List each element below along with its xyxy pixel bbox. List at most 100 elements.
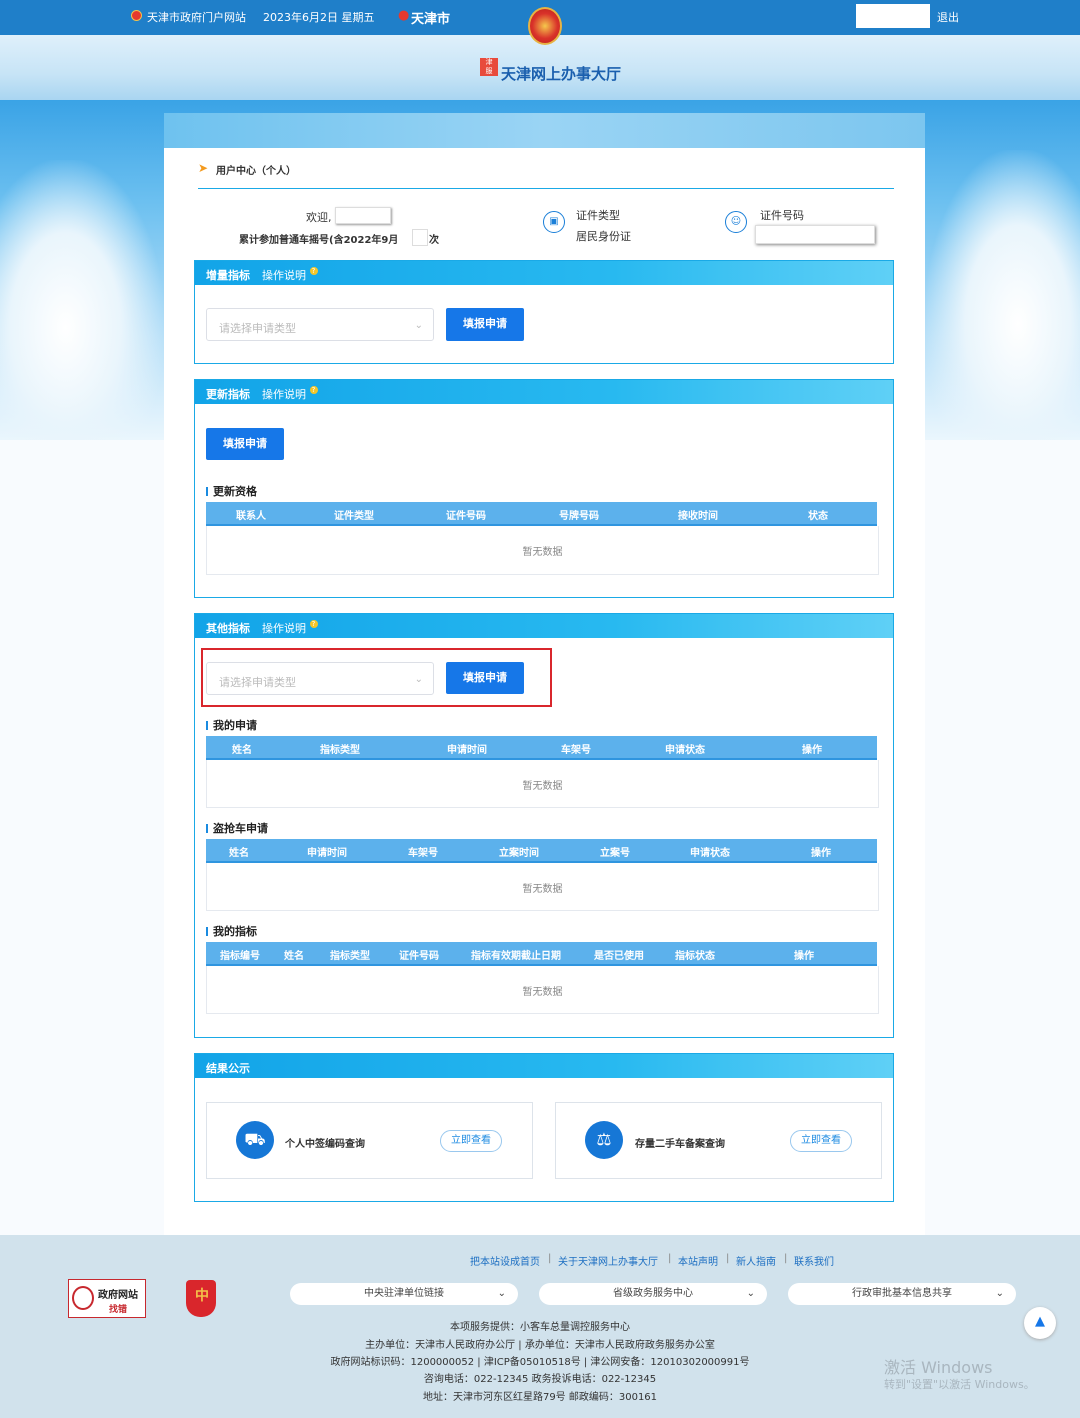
update-panel-header: 更新指标 操作说明 ? — [195, 380, 893, 404]
used-car-query-card[interactable]: ⚖ 存量二手车备案查询 立即查看 — [555, 1102, 882, 1179]
chevron-down-icon: ⌄ — [414, 320, 423, 331]
column-header: 申请状态 — [690, 848, 730, 859]
logout-link[interactable]: 退出 — [937, 9, 959, 25]
footer-provider: 本项服务提供：小客车总量调控服务中心 — [450, 1322, 630, 1333]
my-index-title: 我的指标 — [206, 923, 257, 939]
select-label: 行政审批基本信息共享 — [852, 1288, 952, 1299]
column-header: 号牌号码 — [559, 511, 599, 522]
update-help-link[interactable]: 操作说明 ? — [262, 386, 318, 402]
current-date: 2023年6月2日 星期五 — [263, 11, 375, 24]
windows-watermark-subtitle: 转到"设置"以激活 Windows。 — [884, 1378, 1035, 1391]
hall-logo-title: 天津网上办事大厅 — [501, 65, 622, 83]
lottery-count-value — [412, 229, 428, 246]
select-label: 省级政务服务中心 — [613, 1288, 693, 1299]
update-panel: 更新指标 操作说明 ? 填报申请 更新资格 联系人 证件类型 证件号码 号牌号码… — [194, 379, 894, 598]
update-qualification-title: 更新资格 — [206, 483, 257, 499]
column-header: 申请时间 — [307, 848, 347, 859]
windows-watermark-title: 激活 Windows — [884, 1358, 993, 1377]
id-card-icon: ▣ — [543, 211, 565, 233]
id-type-value: 居民身份证 — [576, 230, 631, 243]
chevron-down-icon: ⌄ — [995, 1288, 1004, 1299]
breadcrumb: 用户中心（个人） — [216, 166, 296, 177]
lottery-code-query-card[interactable]: ⛟ 个人中签编码查询 立即查看 — [206, 1102, 533, 1179]
content-banner-strip — [164, 113, 925, 148]
column-header: 姓名 — [229, 848, 249, 859]
view-now-button[interactable]: 立即查看 — [790, 1130, 852, 1152]
increment-select-placeholder: 请选择申请类型 — [219, 322, 296, 335]
badge-glyph: 中 — [195, 1288, 209, 1304]
column-header: 操作 — [811, 848, 831, 859]
update-table-header: 联系人 证件类型 证件号码 号牌号码 接收时间 状态 — [206, 502, 877, 526]
column-header: 立案号 — [600, 848, 630, 859]
column-header: 车架号 — [561, 745, 591, 756]
column-header: 证件类型 — [334, 511, 374, 522]
other-panel-header: 其他指标 操作说明 ? — [195, 614, 893, 638]
city-name[interactable]: 天津市 — [411, 8, 450, 27]
help-icon: ? — [309, 620, 318, 628]
footer-separator: | — [548, 1253, 552, 1264]
footer-separator: | — [784, 1253, 788, 1264]
my-index-table-header: 指标编号 姓名 指标类型 证件号码 指标有效期截止日期 是否已使用 指标状态 操… — [206, 942, 877, 966]
column-header: 姓名 — [284, 951, 304, 962]
update-help-text: 操作说明 — [262, 388, 306, 401]
column-header: 指标状态 — [675, 951, 715, 962]
gov-site-error-badge[interactable]: 政府网站 找错 — [68, 1279, 146, 1318]
id-number-label: 证件号码 — [760, 209, 804, 222]
update-submit-button[interactable]: 填报申请 — [206, 428, 284, 460]
increment-type-select[interactable]: 请选择申请类型 ⌄ — [206, 308, 434, 341]
footer-organizer: 主办单位：天津市人民政府办公厅 | 承办单位：天津市人民政府政务服务办公室 — [365, 1340, 715, 1351]
empty-state: 暂无数据 — [522, 987, 563, 998]
result-panel-header: 结果公示 — [195, 1054, 893, 1078]
provincial-centers-select[interactable]: 省级政务服务中心 ⌄ — [539, 1283, 767, 1305]
approval-info-select[interactable]: 行政审批基本信息共享 ⌄ — [788, 1283, 1016, 1305]
cloud-decoration-right — [925, 150, 1080, 440]
footer-link-about[interactable]: 关于天津网上办事大厅 — [558, 1253, 658, 1268]
column-header: 接收时间 — [678, 511, 718, 522]
help-icon: ? — [309, 267, 318, 275]
other-submit-button[interactable]: 填报申请 — [446, 662, 524, 694]
card-label: 个人中签编码查询 — [285, 1139, 365, 1150]
national-emblem-icon — [528, 7, 562, 45]
select-label: 中央驻津单位链接 — [364, 1288, 444, 1299]
view-now-button[interactable]: 立即查看 — [440, 1130, 502, 1152]
hall-logo-icon: 津服 — [480, 58, 498, 76]
back-to-top-icon[interactable]: ▲ — [1024, 1307, 1056, 1339]
magnifier-icon — [72, 1286, 94, 1310]
chevron-down-icon: ⌄ — [497, 1288, 506, 1299]
id-number-icon: ☺ — [725, 211, 747, 233]
other-help-link[interactable]: 操作说明 ? — [262, 620, 318, 636]
increment-help-text: 操作说明 — [262, 269, 306, 282]
column-header: 证件号码 — [446, 511, 486, 522]
card-label: 存量二手车备案查询 — [635, 1139, 725, 1150]
footer-link-statement[interactable]: 本站声明 — [678, 1253, 718, 1268]
party-gov-badge-icon[interactable]: 中 — [186, 1280, 216, 1317]
other-select-placeholder: 请选择申请类型 — [219, 676, 296, 689]
footer-link-homepage[interactable]: 把本站设成首页 — [470, 1253, 540, 1268]
other-panel: 其他指标 操作说明 ? 请选择申请类型 ⌄ 填报申请 我的申请 姓名 指标类型 … — [194, 613, 894, 1038]
other-type-select[interactable]: 请选择申请类型 ⌄ — [206, 662, 434, 695]
my-apply-title: 我的申请 — [206, 717, 257, 733]
column-header: 操作 — [802, 745, 822, 756]
arrow-right-icon: ➤ — [198, 161, 209, 175]
increment-submit-button[interactable]: 填报申请 — [446, 308, 524, 341]
empty-state: 暂无数据 — [522, 884, 563, 895]
update-title: 更新指标 — [206, 388, 250, 401]
column-header: 操作 — [794, 951, 814, 962]
my-apply-table-header: 姓名 指标类型 申请时间 车架号 申请状态 操作 — [206, 736, 877, 760]
footer-link-guide[interactable]: 新人指南 — [736, 1253, 776, 1268]
site-portal-link[interactable]: 天津市政府门户网站 — [147, 9, 246, 25]
footer-link-contact[interactable]: 联系我们 — [794, 1253, 834, 1268]
column-header: 是否已使用 — [594, 951, 644, 962]
column-header: 申请时间 — [447, 745, 487, 756]
column-header: 立案时间 — [499, 848, 539, 859]
stolen-apply-title: 盗抢车申请 — [206, 820, 268, 836]
column-header: 姓名 — [232, 745, 252, 756]
central-units-select[interactable]: 中央驻津单位链接 ⌄ — [290, 1283, 518, 1305]
result-title: 结果公示 — [206, 1062, 250, 1075]
my-apply-table-body: 暂无数据 — [206, 760, 879, 808]
increment-help-link[interactable]: 操作说明 ? — [262, 267, 318, 283]
help-icon: ? — [309, 386, 318, 394]
footer-separator: | — [668, 1253, 672, 1264]
cloud-decoration-left — [0, 160, 164, 440]
car-check-icon: ⛟ — [236, 1121, 274, 1159]
